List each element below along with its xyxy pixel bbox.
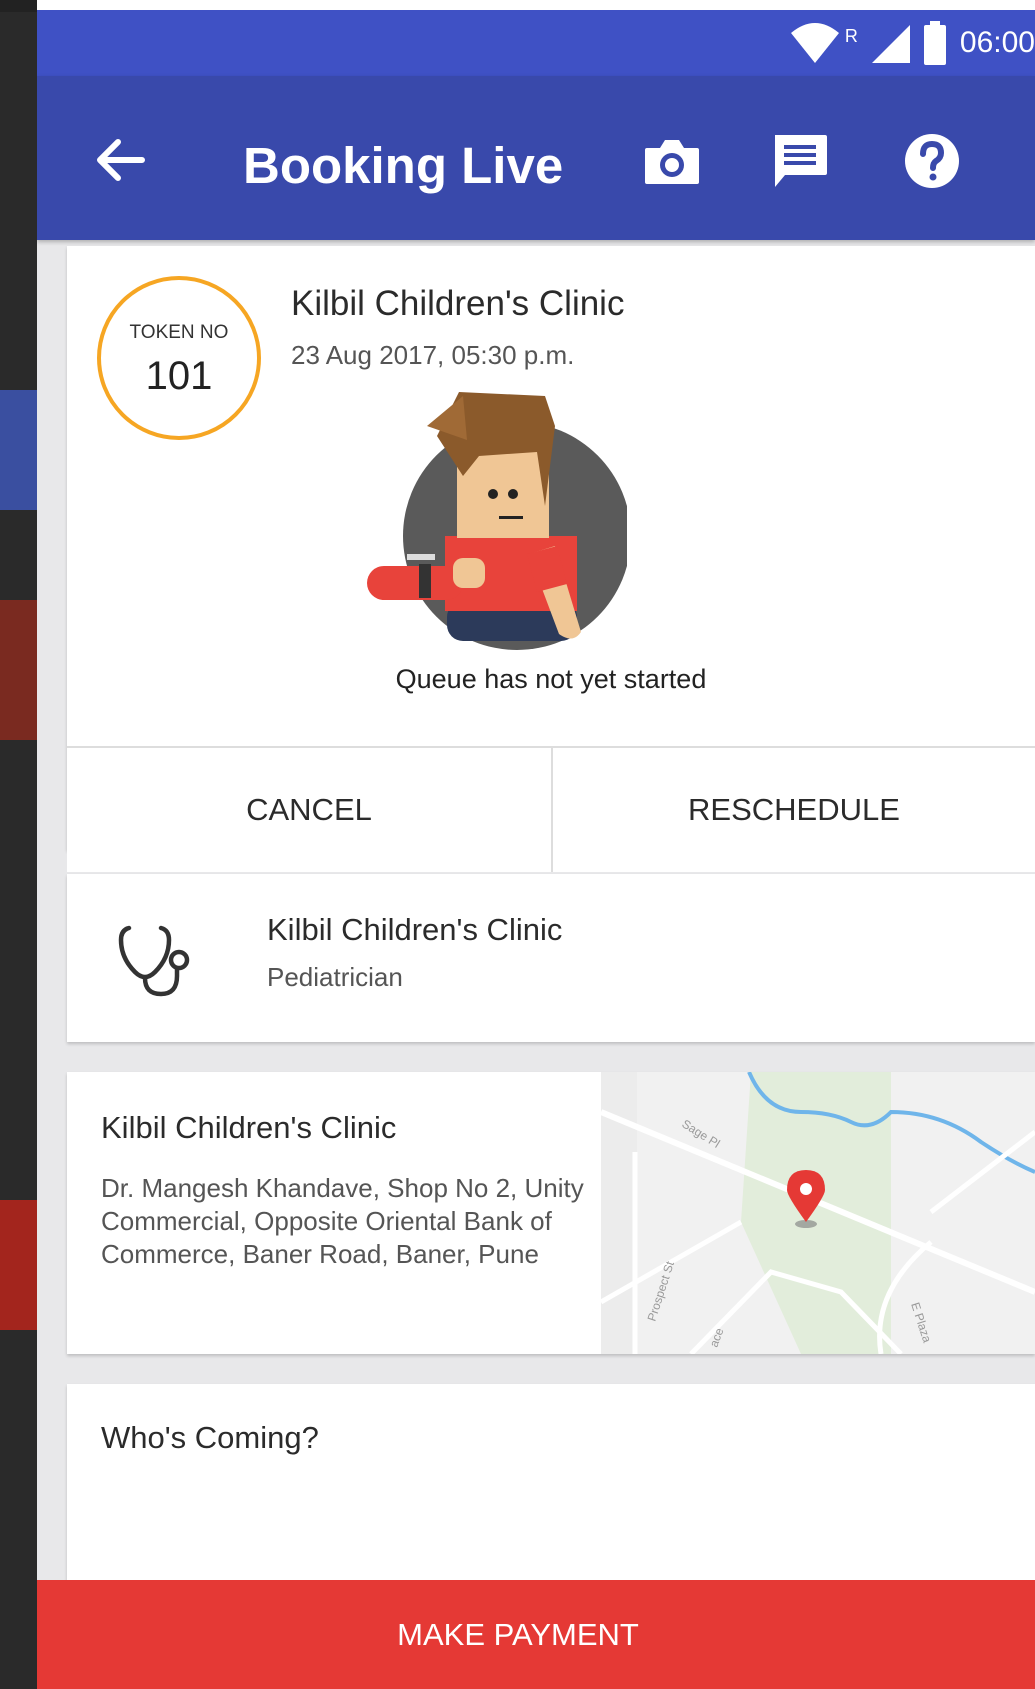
token-number: 101 bbox=[145, 354, 213, 398]
message-button[interactable] bbox=[765, 128, 835, 194]
doctor-speciality: Pediatrician bbox=[267, 962, 403, 992]
attendees-title: Who's Coming? bbox=[101, 1420, 319, 1455]
background-app-strip bbox=[0, 0, 37, 1689]
queue-status: Queue has not yet started bbox=[395, 664, 707, 694]
map-canvas: Sage Pl Prospect St E Plaza ace bbox=[601, 1072, 1035, 1354]
status-time: 06:00 bbox=[959, 26, 1035, 59]
make-payment-label: MAKE PAYMENT bbox=[397, 1616, 639, 1652]
roaming-indicator: R bbox=[844, 26, 858, 46]
status-bar: R 06:00 bbox=[37, 10, 1035, 76]
camera-button[interactable] bbox=[637, 128, 707, 194]
booking-card: TOKEN NO 101 Kilbil Children's Clinic 23… bbox=[67, 246, 1035, 872]
page-title: Booking Live bbox=[243, 137, 564, 194]
address-card: Kilbil Children's Clinic Dr. Mangesh Kha… bbox=[67, 1072, 1035, 1354]
wifi-icon bbox=[790, 23, 839, 63]
help-icon bbox=[905, 134, 959, 188]
signal-icon bbox=[871, 25, 910, 63]
message-icon bbox=[775, 135, 827, 187]
address-title: Kilbil Children's Clinic bbox=[101, 1110, 397, 1145]
background-app-segment bbox=[0, 0, 37, 12]
doctor-card[interactable]: Kilbil Children's Clinic Pediatrician bbox=[67, 874, 1035, 1042]
token-label: TOKEN NO bbox=[129, 322, 229, 343]
status-icons: R 06:00 bbox=[789, 10, 1035, 76]
app-bar: Booking Live bbox=[37, 76, 1035, 240]
battery-icon bbox=[923, 21, 946, 65]
doctor-name: Kilbil Children's Clinic bbox=[267, 912, 563, 947]
attendees-card: Who's Coming? bbox=[67, 1384, 1035, 1584]
arrow-back-icon bbox=[97, 139, 145, 181]
app-window: R 06:00 Booking Live TOKEN NO 101 Kilbil… bbox=[37, 10, 1035, 1689]
cancel-button[interactable]: CANCEL bbox=[67, 748, 551, 872]
waiting-person-illustration bbox=[367, 392, 627, 650]
camera-icon bbox=[645, 140, 699, 184]
make-payment-button[interactable]: MAKE PAYMENT bbox=[37, 1580, 1035, 1689]
stethoscope-icon bbox=[118, 925, 190, 997]
clinic-name: Kilbil Children's Clinic bbox=[291, 284, 625, 323]
background-app-segment bbox=[0, 600, 37, 740]
background-app-segment bbox=[0, 390, 37, 510]
map-preview[interactable]: Sage Pl Prospect St E Plaza ace bbox=[601, 1072, 1035, 1354]
token-badge: TOKEN NO 101 bbox=[97, 276, 261, 440]
address-text: Dr. Mangesh Khandave, Shop No 2, Unity C… bbox=[101, 1173, 584, 1269]
reschedule-button[interactable]: RESCHEDULE bbox=[553, 748, 1035, 872]
help-button[interactable] bbox=[897, 128, 967, 194]
background-app-segment bbox=[0, 1200, 37, 1330]
booking-date-time: 23 Aug 2017, 05:30 p.m. bbox=[291, 340, 575, 370]
back-button[interactable] bbox=[89, 128, 153, 192]
